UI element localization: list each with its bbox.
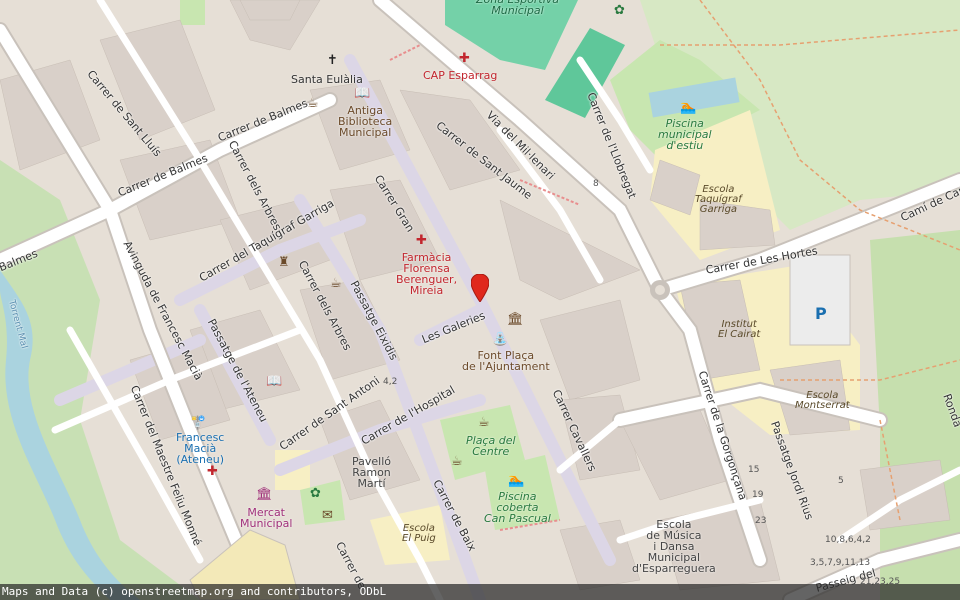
parking-icon: P — [815, 304, 827, 323]
house-number: 10,8,6,4,2 — [825, 535, 871, 545]
cafe-icon: ☕ — [478, 415, 490, 430]
poi-font-placa[interactable]: Font Plaça de l'Ajuntament — [462, 350, 550, 372]
swimming-icon: 🏊 — [680, 100, 697, 115]
pharmacy-icon: ✚ — [207, 464, 218, 479]
poi-piscina-estiu[interactable]: Piscina municipal d'estiu — [658, 118, 712, 151]
small-park — [180, 0, 205, 25]
pharmacy-icon: ✚ — [416, 233, 427, 248]
poi-escola-musica[interactable]: Escola de Música i Dansa Municipal d'Esp… — [632, 519, 716, 574]
market-icon: 🏛 — [256, 487, 273, 502]
swimming-icon: 🏊 — [508, 473, 525, 488]
playground-icon: ✿ — [310, 486, 321, 501]
townhall-icon: 🏛 — [507, 312, 524, 327]
location-marker[interactable] — [471, 274, 489, 302]
house-number: 8 — [593, 179, 599, 189]
post-icon: ✉ — [322, 508, 333, 523]
cafe-icon: ☕ — [307, 96, 319, 111]
poi-santa-eulalia[interactable]: Santa Eulàlia — [291, 74, 363, 85]
roundabout-center — [655, 285, 665, 295]
house-number: 23 — [755, 516, 767, 526]
poi-farmacia[interactable]: Farmàcia Florensa Berenguer, Mireia — [396, 252, 457, 296]
cafe-icon: ☕ — [330, 276, 342, 291]
bus-stop-icon: 🚏 — [190, 416, 207, 431]
parking-area — [789, 254, 851, 346]
house-number: 4,2 — [383, 377, 398, 387]
poi-cap-esparrag[interactable]: CAP Esparrag — [423, 70, 497, 81]
library-icon: 📖 — [266, 374, 283, 389]
poi-escola-taquigraf[interactable]: Escola Taquígraf Garriga — [695, 185, 742, 215]
poi-bus-francesc-macia[interactable]: Francesc Macià (Ateneu) — [176, 432, 224, 465]
fountain-icon: ⛲ — [492, 332, 509, 347]
playground-icon: ✿ — [614, 3, 625, 18]
poi-piscina-coberta[interactable]: Piscina coberta Can Pascual — [484, 491, 551, 524]
poi-placa-centre[interactable]: Plaça del Centre — [466, 435, 516, 457]
library-icon: 📖 — [354, 86, 371, 101]
house-number: 19 — [752, 490, 764, 500]
map-attribution: Maps and Data (c) openstreetmap.org and … — [0, 584, 960, 600]
poi-escola-elpuig[interactable]: Escola El Puig — [402, 524, 436, 544]
poi-escola-montserrat[interactable]: Escola Montserrat — [795, 391, 850, 411]
clinic-icon: ✚ — [459, 51, 470, 66]
monument-icon: ♜ — [278, 255, 290, 270]
poi-antiga-biblioteca[interactable]: Antiga Biblioteca Municipal — [338, 105, 392, 138]
house-number: 3,5,7,9,11,13 — [810, 558, 871, 568]
house-number: 5 — [838, 476, 844, 486]
poi-institut-cairat[interactable]: Institut El Cairat — [718, 320, 760, 340]
poi-mercat-municipal[interactable]: Mercat Municipal — [240, 507, 292, 529]
cafe-icon: ☕ — [451, 454, 463, 469]
poi-pavello[interactable]: Pavelló Ramon Martí — [352, 456, 391, 489]
poi-zona-esportiva[interactable]: Zona Esportiva Municipal — [476, 0, 559, 16]
house-number: 15 — [748, 465, 760, 475]
church-icon: ✝ — [327, 53, 338, 68]
